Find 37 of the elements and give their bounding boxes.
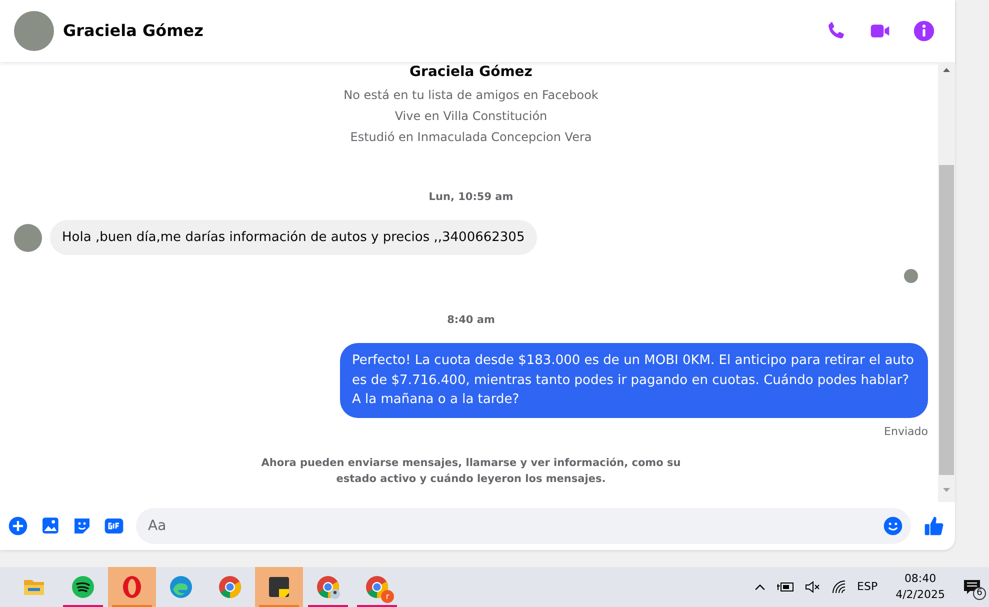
contact-name[interactable]: Graciela Gómez <box>63 19 204 43</box>
clock-time[interactable]: 08:40 <box>896 571 945 587</box>
language-indicator[interactable]: ESP <box>857 578 878 596</box>
thumbs-up-icon[interactable] <box>923 515 945 537</box>
sender-avatar <box>14 224 42 252</box>
chrome-icon <box>218 575 242 599</box>
wifi-icon[interactable] <box>831 579 848 595</box>
chrome-icon <box>316 575 340 599</box>
gif-icon[interactable] <box>104 516 124 536</box>
chrome-icon <box>365 575 389 599</box>
taskbar-app-button[interactable] <box>255 567 303 607</box>
incoming-message: Hola ,buen día,me darías información de autos y precios ,,3400662305 <box>50 220 537 256</box>
spotify-icon <box>71 575 95 599</box>
message-status: Enviado <box>884 424 928 440</box>
info-icon[interactable] <box>913 20 935 42</box>
profile-info-text: Vive en Villa Constitución <box>394 108 548 125</box>
timestamp: Lun, 10:59 am <box>428 190 514 205</box>
plus-icon[interactable] <box>8 516 28 536</box>
app-badge: r <box>381 590 394 603</box>
note-icon <box>267 575 291 599</box>
edge-icon <box>169 575 193 599</box>
profile-photo-placeholder[interactable] <box>14 11 54 51</box>
profile-name: Graciela Gómez <box>408 63 534 82</box>
message-input-field[interactable]: Aa <box>136 508 911 544</box>
emoji-icon[interactable] <box>883 516 903 536</box>
timestamp: 8:40 am <box>446 313 496 328</box>
clock-date[interactable]: 4/2/2025 <box>896 587 945 603</box>
notification-count: 6 <box>973 587 986 600</box>
opera-icon <box>120 575 144 599</box>
profile-info-text: Estudió en Inmaculada Concepcion Vera <box>349 129 593 146</box>
system-notice: Ahora pueden enviarse mensajes, llamarse y ver información, como su estado activo y cuándo leyeron los mensajes. <box>260 456 682 487</box>
seen-avatar <box>904 269 918 284</box>
sticker-icon[interactable] <box>72 516 92 536</box>
image-icon[interactable] <box>40 516 60 536</box>
outgoing-message: Perfecto! La cuota desde $183.000 es de un MOBI 0KM. El anticipo para retirar el auto es de $7.716.400, mientras tanto podes ir pagando en cuotas. Cuándo podes hablar? A la mañana o a la tarde? <box>340 343 928 418</box>
profile-info-text: No está en tu lista de amigos en Facebook <box>342 87 600 104</box>
speaker-muted-icon[interactable] <box>805 579 822 595</box>
